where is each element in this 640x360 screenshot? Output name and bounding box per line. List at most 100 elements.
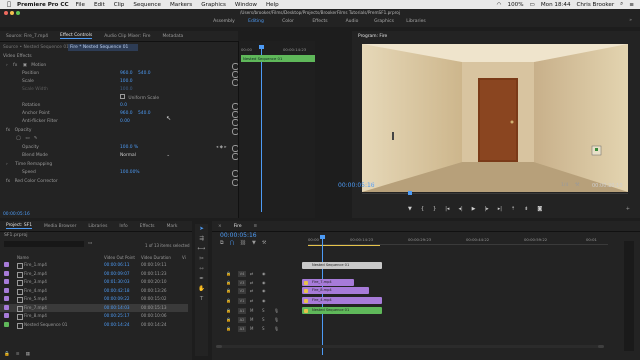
- sync-lock-icon[interactable]: ⇄: [250, 271, 253, 276]
- user-name[interactable]: Chris Brooker: [577, 2, 615, 8]
- anti-flicker-value[interactable]: 0.00: [120, 118, 130, 125]
- new-bin-icon[interactable]: ▭: [88, 241, 92, 246]
- workspace-color[interactable]: Color: [272, 19, 304, 24]
- add-marker-icon[interactable]: ▼: [408, 206, 412, 212]
- program-playhead[interactable]: [408, 191, 412, 195]
- clip-v3-fire7[interactable]: Fire_7.mp4: [302, 279, 354, 286]
- workspace-graphics[interactable]: Graphics: [368, 19, 400, 24]
- tab-sequence-fire[interactable]: Fire: [234, 224, 242, 229]
- menu-help[interactable]: Help: [266, 2, 279, 8]
- mute-icon[interactable]: M: [250, 326, 253, 331]
- list-view-icon[interactable]: ≡: [16, 352, 20, 357]
- col-extra[interactable]: Vi: [182, 255, 186, 260]
- timeline-playhead[interactable]: [322, 235, 323, 355]
- project-search-input[interactable]: [4, 241, 84, 247]
- position-y-value[interactable]: 540.0: [138, 70, 151, 77]
- fx-icon[interactable]: fx: [13, 63, 17, 68]
- icon-view-icon[interactable]: ▦: [26, 352, 30, 357]
- workspace-editing[interactable]: Editing: [240, 19, 272, 24]
- fx-icon[interactable]: fx: [6, 128, 10, 133]
- lock-icon[interactable]: 🔒: [226, 298, 231, 303]
- sequence-selector[interactable]: Fire * Nested Sequence 01: [68, 44, 138, 51]
- work-area-bar[interactable]: [308, 245, 380, 246]
- workspace-assembly[interactable]: Assembly: [208, 19, 240, 24]
- clip-a1-nested[interactable]: Nested Sequence 01: [302, 307, 382, 314]
- workspace-effects[interactable]: Effects: [304, 19, 336, 24]
- tab-effects[interactable]: Effects: [140, 224, 155, 229]
- opacity-section[interactable]: fx Opacity: [6, 127, 31, 134]
- wifi-icon[interactable]: ◠: [497, 2, 502, 8]
- list-item[interactable]: Fire_2.mp4 00:00:09:07 00:00:11:23: [0, 270, 188, 278]
- solo-icon[interactable]: S: [262, 326, 265, 331]
- mute-icon[interactable]: M: [250, 308, 253, 313]
- search-icon[interactable]: ⌕: [620, 1, 623, 8]
- mini-clip[interactable]: Nested Sequence 01: [241, 55, 315, 62]
- expand-icon[interactable]: ›: [6, 63, 8, 68]
- workspace-audio[interactable]: Audio: [336, 19, 368, 24]
- speed-value[interactable]: 100.00%: [120, 169, 140, 176]
- lock-icon[interactable]: 🔒: [226, 280, 231, 285]
- program-video-frame[interactable]: [362, 44, 628, 192]
- scrollbar-handle-end[interactable]: [598, 345, 604, 348]
- timeline-timecode[interactable]: 00:00:05:16: [220, 232, 257, 239]
- lock-icon[interactable]: 🔒: [226, 288, 231, 293]
- eye-icon[interactable]: ◉: [262, 298, 266, 303]
- ripple-edit-tool-icon[interactable]: ⟷: [198, 246, 206, 252]
- tab-audio-clip-mixer[interactable]: Audio Clip Mixer: Fire: [104, 34, 150, 39]
- list-item[interactable]: Nested Sequence 01 00:00:14:24 00:00:14:24: [0, 321, 188, 329]
- resolution-select[interactable]: 1/4: [561, 183, 568, 188]
- menu-clip[interactable]: Clip: [114, 2, 125, 8]
- sync-lock-icon[interactable]: ⇄: [250, 280, 253, 285]
- mark-out-icon[interactable]: }: [433, 206, 436, 212]
- eye-icon[interactable]: ◉: [262, 280, 266, 285]
- menu-markers[interactable]: Markers: [170, 2, 192, 8]
- menu-window[interactable]: Window: [235, 2, 257, 8]
- pen-tool-icon[interactable]: ✒: [199, 276, 204, 282]
- slip-tool-icon[interactable]: ⇿: [199, 266, 204, 272]
- keyframe-nav[interactable]: ◂ ◆ ▸: [216, 144, 227, 151]
- export-frame-icon[interactable]: ◙: [537, 206, 542, 212]
- uniform-scale-checkbox[interactable]: Uniform Scale: [120, 94, 159, 101]
- go-to-in-icon[interactable]: |◂: [445, 206, 449, 212]
- motion-row[interactable]: › fx ▣ Motion: [6, 62, 46, 69]
- rect-mask-icon[interactable]: ▭: [25, 136, 29, 141]
- add-marker-icon[interactable]: ▼: [252, 240, 256, 246]
- eye-icon[interactable]: ◉: [262, 271, 266, 276]
- menu-sequence[interactable]: Sequence: [133, 2, 161, 8]
- program-scrub-bar[interactable]: [362, 193, 628, 194]
- mark-in-icon[interactable]: {: [421, 206, 424, 212]
- eye-icon[interactable]: ◉: [262, 288, 266, 293]
- sequence-menu-icon[interactable]: ≡: [254, 224, 258, 229]
- track-select-tool-icon[interactable]: ⇶: [199, 236, 204, 242]
- list-item[interactable]: Fire_3.mp4 00:01:30:03 00:00:20:10: [0, 278, 188, 286]
- list-item[interactable]: Fire_8.mp4 00:00:25:17 00:00:10:06: [0, 312, 188, 320]
- wrench-icon[interactable]: ⚒: [262, 240, 266, 246]
- time-remapping-section[interactable]: › Time Remapping: [6, 161, 52, 168]
- workspaces-menu-icon[interactable]: »: [629, 18, 632, 23]
- lock-icon[interactable]: 🔒: [226, 271, 231, 276]
- extract-icon[interactable]: ⇟: [524, 206, 528, 212]
- mic-icon[interactable]: 🎙: [274, 326, 279, 331]
- fx-icon[interactable]: fx: [6, 179, 10, 184]
- battery-icon[interactable]: ▭: [530, 2, 535, 8]
- anchor-y-value[interactable]: 540.0: [138, 110, 151, 117]
- selection-tool-icon[interactable]: ➤: [199, 226, 204, 232]
- timeline-horizontal-scrollbar[interactable]: [216, 345, 604, 348]
- mini-playhead-handle[interactable]: [259, 45, 264, 49]
- tab-metadata[interactable]: Metadata: [162, 34, 183, 39]
- mic-icon[interactable]: 🎙: [274, 317, 279, 322]
- apple-icon[interactable]: : [5, 1, 13, 8]
- menu-edit[interactable]: Edit: [94, 2, 105, 8]
- lock-icon[interactable]: 🔒: [226, 317, 231, 322]
- menu-file[interactable]: File: [76, 2, 85, 8]
- red-color-corrector-section[interactable]: fx Red Color Corrector: [6, 178, 58, 185]
- zoom-window-button[interactable]: [16, 11, 20, 15]
- checkbox-icon[interactable]: [120, 94, 125, 99]
- mute-icon[interactable]: M: [250, 317, 253, 322]
- settings-wrench-icon[interactable]: ⚒: [575, 182, 579, 188]
- tab-project[interactable]: Project: SF1: [6, 223, 33, 229]
- nest-icon[interactable]: ⧉: [220, 240, 224, 246]
- lock-icon[interactable]: 🔒: [4, 352, 10, 357]
- expand-icon[interactable]: ›: [6, 162, 8, 167]
- timeline-close-icon[interactable]: ×: [218, 224, 222, 229]
